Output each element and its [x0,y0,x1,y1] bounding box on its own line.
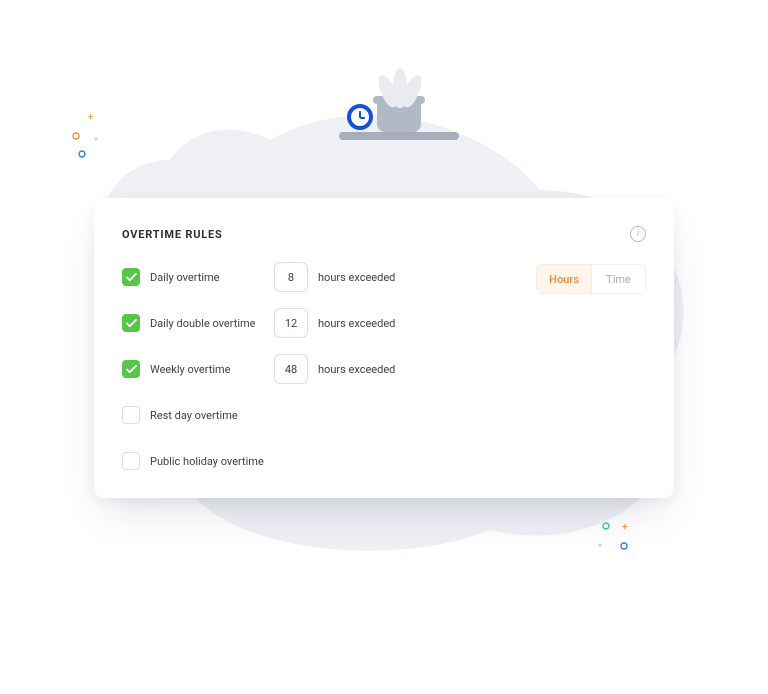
plant-pot [377,102,421,132]
checkbox-rest-day-overtime[interactable] [122,406,140,424]
rule-trail: hours exceeded [318,271,395,284]
rule-public-holiday-overtime: Public holiday overtime [122,446,536,476]
desk-illustration [347,102,421,132]
hours-input-daily[interactable]: 8 [274,262,308,292]
hours-time-toggle: Hours Time [536,264,646,294]
decoration-bottom-right: + × [596,518,646,558]
toggle-time[interactable]: Time [591,265,645,293]
rule-weekly-overtime: Weekly overtime 48 hours exceeded [122,354,536,384]
rule-daily-double-overtime: Daily double overtime 12 hours exceeded [122,308,536,338]
card-title: OVERTIME RULES [122,228,223,241]
rule-trail: hours exceeded [318,363,395,376]
rule-label: Daily double overtime [150,317,264,330]
check-icon [126,273,137,282]
rule-label: Daily overtime [150,271,264,284]
rules-list: Daily overtime 8 hours exceeded Daily do… [122,262,536,476]
overtime-rules-card: OVERTIME RULES i Daily overtime 8 hours … [94,198,674,498]
decoration-top-left: + × [70,112,110,162]
hours-input-daily-double[interactable]: 12 [274,308,308,338]
rule-rest-day-overtime: Rest day overtime [122,400,536,430]
checkbox-public-holiday-overtime[interactable] [122,452,140,470]
info-icon[interactable]: i [630,226,646,242]
rule-label: Rest day overtime [150,409,264,422]
check-icon [126,365,137,374]
svg-text:+: + [622,522,628,533]
checkbox-daily-double-overtime[interactable] [122,314,140,332]
rule-label: Public holiday overtime [150,455,264,468]
clock-icon [347,104,373,130]
check-icon [126,319,137,328]
rule-label: Weekly overtime [150,363,264,376]
svg-text:+: + [88,113,93,123]
toggle-hours[interactable]: Hours [537,265,591,293]
hours-input-weekly[interactable]: 48 [274,354,308,384]
checkbox-daily-overtime[interactable] [122,268,140,286]
svg-text:×: × [94,135,98,144]
rule-daily-overtime: Daily overtime 8 hours exceeded [122,262,536,292]
shelf [339,132,459,140]
rule-trail: hours exceeded [318,317,395,330]
checkbox-weekly-overtime[interactable] [122,360,140,378]
svg-text:×: × [598,541,602,550]
